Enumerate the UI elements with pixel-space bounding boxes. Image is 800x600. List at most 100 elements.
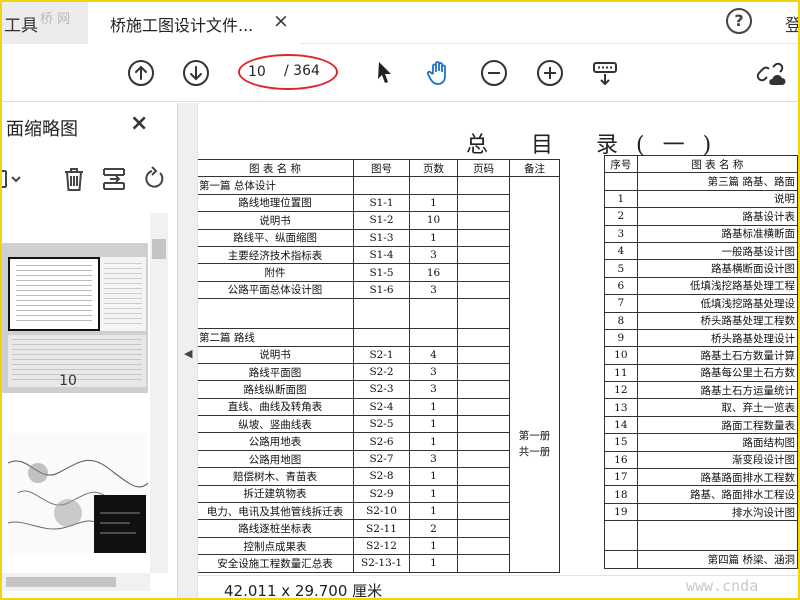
row-pages: 1 [409, 467, 458, 486]
table-row: 13 取、弃土一览表 [604, 398, 798, 417]
extract-page-icon[interactable] [100, 165, 128, 193]
scrollbar-thumb[interactable] [152, 239, 166, 259]
link-cloud-icon[interactable] [756, 58, 786, 88]
page-fit-icon[interactable] [590, 58, 620, 88]
row-pages: 2 [409, 519, 458, 538]
hand-tool-icon[interactable] [424, 58, 454, 88]
table-row: 5 路基横断面设计图 [604, 259, 798, 278]
table-row: 赔偿树木、青苗表 S2-8 1 [198, 467, 560, 486]
row-page [457, 211, 510, 230]
table-row: 路线纵断面图 S2-3 3 [198, 380, 560, 399]
row-name: 低填浅挖路基处理工程 [636, 276, 798, 296]
header-page: 页码 [457, 158, 510, 178]
login-button[interactable]: 登 [785, 11, 800, 36]
help-icon[interactable]: ? [726, 8, 752, 34]
table-row: 路线地理位置图 S1-1 1 [198, 193, 560, 213]
row-number: 19 [604, 502, 638, 522]
row-number: 4 [604, 241, 638, 261]
thumbnail-hscrollbar[interactable] [0, 573, 150, 591]
section-title: 第一篇 总体设计 [198, 176, 354, 195]
row-page [457, 536, 510, 556]
row-name: 路基设计表 [636, 207, 798, 226]
tab-previous-label: 工具 [4, 16, 38, 36]
thumbnail-page-selected[interactable] [0, 243, 148, 393]
hscrollbar-thumb[interactable] [6, 577, 116, 587]
empty-cell [198, 298, 354, 330]
table-row: 12 路基土石方运量统计 [604, 381, 798, 400]
empty-cell [604, 172, 638, 191]
row-code: S2-12 [353, 536, 410, 556]
row-name: 控制点成果表 [198, 536, 354, 556]
table-row: 8 桥头路基处理工程数 [604, 311, 798, 330]
row-name: 路线平、纵面缩图 [198, 228, 354, 247]
row-number: 16 [604, 450, 638, 470]
header-pages: 页数 [409, 158, 458, 178]
next-page-icon[interactable] [181, 58, 211, 88]
panel-title: 面缩略图 [6, 119, 78, 140]
row-name: 安全设施工程数量汇总表 [198, 554, 354, 573]
row-number: 7 [604, 294, 638, 313]
panel-close-icon[interactable]: × [130, 111, 148, 136]
table-row: 15 路面结构图 [604, 433, 798, 452]
row-pages: 3 [409, 449, 458, 469]
row-pages: 1 [409, 554, 458, 573]
row-page [457, 397, 510, 417]
delete-page-icon[interactable] [60, 165, 88, 193]
table-row: 2 路基设计表 [604, 207, 798, 226]
thumbnail-scrollbar[interactable] [150, 213, 168, 573]
tab-close-icon[interactable]: × [270, 10, 292, 32]
row-page [457, 415, 510, 434]
zoom-out-icon[interactable] [479, 58, 509, 88]
rotate-page-icon[interactable] [140, 165, 168, 193]
row-code: S2-3 [353, 380, 410, 399]
watermark-bottom: www.cnda o.com [686, 577, 759, 600]
row-name: 赔偿树木、青苗表 [198, 467, 354, 486]
thumbnail-map-image[interactable] [8, 433, 148, 553]
row-number: 2 [604, 207, 638, 226]
row-number: 8 [604, 311, 638, 330]
zoom-in-icon[interactable] [535, 58, 565, 88]
tab-active-document[interactable]: 桥施工图设计文件... × [88, 0, 300, 44]
thumbnail-page-label: 10 [59, 373, 77, 389]
row-pages: 1 [409, 397, 458, 417]
empty-cell [457, 328, 510, 347]
highlight-ellipse [238, 54, 338, 90]
row-code: S2-7 [353, 449, 410, 469]
row-number: 13 [604, 398, 638, 417]
prev-page-icon[interactable] [126, 58, 156, 88]
table-blank-row [604, 520, 798, 552]
table-row: 1 说明 [604, 189, 798, 209]
table-row: 公路用地图 S2-7 3 [198, 449, 560, 469]
row-code: S2-6 [353, 432, 410, 451]
row-number: 14 [604, 415, 638, 435]
row-pages: 1 [409, 536, 458, 556]
table-row: 纵坡、竖曲线表 S2-5 1 [198, 415, 560, 434]
header-name: 图 表 名 称 [636, 154, 798, 174]
row-name: 主要经济技术指标表 [198, 245, 354, 265]
header-code: 图号 [353, 158, 410, 178]
row-page [457, 467, 510, 486]
row-pages: 3 [409, 280, 458, 300]
table-row: 拆迁建筑物表 S2-9 1 [198, 484, 560, 504]
collapse-panel-handle[interactable]: ◀ [178, 103, 198, 600]
row-pages: 3 [409, 380, 458, 399]
table-row: 9 桥头路基处理设计 [604, 328, 798, 348]
select-cursor-icon[interactable] [370, 58, 400, 88]
page-options-icon[interactable] [0, 165, 22, 193]
table-blank-row [198, 298, 560, 330]
row-name: 路基土石方数量计算 [636, 346, 798, 365]
row-page [457, 554, 510, 573]
row-pages: 1 [409, 415, 458, 434]
row-page [457, 280, 510, 300]
tab-title: 桥施工图设计文件... [110, 16, 254, 35]
empty-cell [457, 298, 510, 330]
row-pages: 1 [409, 484, 458, 504]
row-name: 直线、曲线及转角表 [198, 397, 354, 417]
row-pages: 1 [409, 432, 458, 451]
row-pages: 1 [409, 193, 458, 213]
thumbnail-panel: 面缩略图 × 10 [0, 103, 178, 600]
table-row: 16 渐变段设计图 [604, 450, 798, 470]
section-title: 第三篇 路基、路面 [636, 172, 798, 191]
row-name: 桥头路基处理设计 [636, 328, 798, 348]
row-page [457, 484, 510, 504]
